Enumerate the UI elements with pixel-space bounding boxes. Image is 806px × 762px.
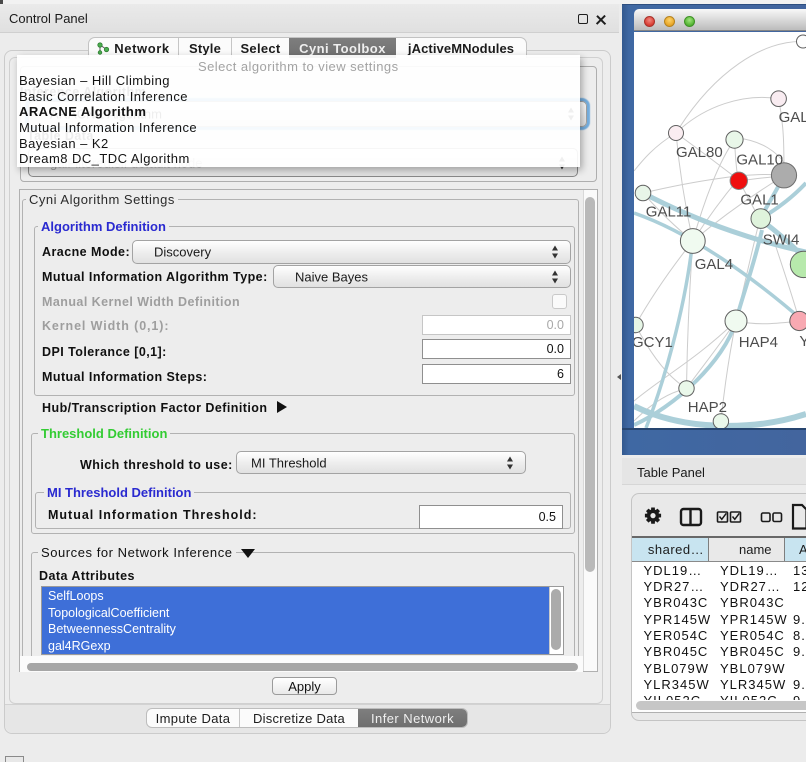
- svg-text:YEL: YEL: [799, 333, 806, 350]
- svg-text:GAL11: GAL11: [646, 204, 692, 221]
- svg-text:SWI4: SWI4: [763, 232, 800, 249]
- svg-text:GAL10: GAL10: [736, 151, 783, 168]
- svg-text:GCY1: GCY1: [634, 334, 673, 351]
- svg-text:HAP2: HAP2: [688, 399, 727, 416]
- svg-text:GAL4: GAL4: [695, 256, 733, 273]
- svg-text:GAL80: GAL80: [676, 144, 723, 161]
- svg-text:GAL2: GAL2: [779, 109, 806, 126]
- svg-text:HAP4: HAP4: [739, 334, 778, 351]
- svg-text:GAL1: GAL1: [740, 191, 778, 208]
